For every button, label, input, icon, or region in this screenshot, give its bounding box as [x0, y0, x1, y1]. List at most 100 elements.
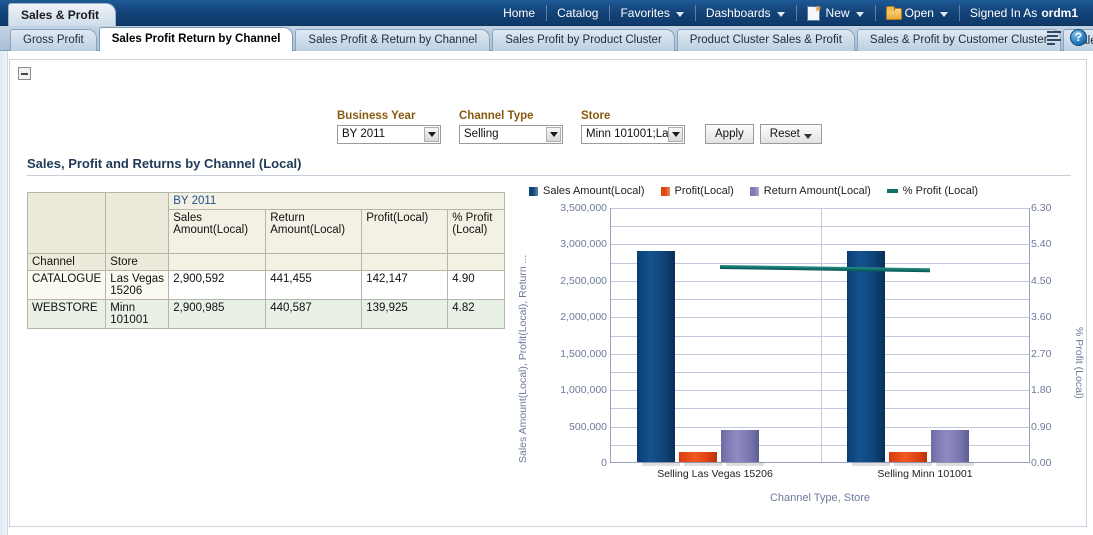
legend-item[interactable]: % Profit (Local)	[886, 185, 978, 197]
top-header-bar: Sales & Profit Home Catalog Favorites Dashb…	[0, 0, 1093, 26]
category-divider	[821, 208, 822, 462]
y-tick-left: 3,500,000	[560, 202, 607, 214]
prompt-label-channel-type: Channel Type	[459, 110, 534, 122]
bar-sales-amount-local[interactable]	[637, 250, 675, 462]
reset-button[interactable]: Reset	[759, 124, 822, 144]
chevron-down-icon[interactable]	[668, 127, 683, 142]
gridline	[611, 208, 1029, 209]
y-tick-left: 0	[601, 457, 607, 469]
help-icon[interactable]: ?	[1070, 29, 1087, 46]
collapse-section-icon[interactable]	[18, 67, 31, 80]
dashboard-tabs: Gross Profit Sales Profit Return by Chann…	[10, 26, 1093, 51]
y-tick-left: 3,000,000	[560, 238, 607, 251]
page-tab[interactable]: Sales & Profit	[8, 3, 117, 26]
dashboard-tab-strip: Gross Profit Sales Profit Return by Chann…	[0, 26, 1093, 51]
legend-item[interactable]: Sales Amount(Local)	[529, 185, 645, 197]
chevron-down-icon[interactable]	[546, 127, 561, 142]
pivot-measure-header: Profit(Local)	[361, 209, 449, 254]
chart-legend: Sales Amount(Local) Profit(Local) Return A…	[529, 185, 994, 197]
legend-label: % Profit (Local)	[902, 185, 978, 197]
legend-label: Return Amount(Local)	[763, 185, 871, 197]
table-row: WEBSTORE Minn 101001 2,900,985 440,587 1…	[26, 299, 506, 329]
pivot-measure-header: Sales Amount(Local)	[168, 209, 267, 254]
global-nav-item-label: Open	[904, 6, 934, 20]
y-axis-ticks-right: 0.00 0.90 1.80 2.70 3.60 4.50 5.40 6.30	[1031, 202, 1071, 469]
bar-profit-local[interactable]	[889, 451, 927, 462]
pivot-axis-header-store: Store	[105, 253, 170, 271]
pivot-measure-header: Return Amount(Local)	[265, 209, 363, 254]
bar-return-amount-local[interactable]	[721, 429, 759, 462]
prompt-label-business-year: Business Year	[337, 110, 416, 122]
tab-sales-profit-by-customer-cluster[interactable]: Sales & Profit by Customer Cluster	[856, 29, 1061, 51]
global-nav-item-home[interactable]: Home	[492, 0, 546, 26]
legend-swatch	[749, 186, 759, 196]
chevron-down-icon	[675, 11, 684, 17]
tab-sales-profit-return-by-channel[interactable]: Sales Profit & Return by Channel	[295, 29, 491, 51]
tab-label: Product Cluster Sales & Profit	[689, 34, 842, 46]
prompt-buttons: Apply Reset	[705, 124, 822, 144]
reset-button-label: Reset	[769, 128, 800, 140]
y-tick-right: 5.40	[1031, 238, 1052, 251]
legend-label: Sales Amount(Local)	[543, 185, 645, 197]
channel-type-select[interactable]: Selling	[459, 125, 563, 144]
page-options-icon[interactable]	[1047, 30, 1063, 45]
left-rail	[0, 51, 8, 535]
bar-shadow	[684, 462, 722, 466]
bar-return-amount-local[interactable]	[931, 429, 969, 462]
global-nav-item-label: New	[825, 6, 850, 20]
dashboard-panel: Business Year BY 2011 Channel Type Selli…	[9, 59, 1087, 527]
signed-in-as[interactable]: Signed In As ordm1	[958, 0, 1089, 26]
chevron-down-icon[interactable]	[424, 127, 439, 142]
row-store: Minn 101001	[105, 299, 170, 329]
chevron-down-icon	[855, 11, 864, 17]
global-nav-item-open[interactable]: Open	[874, 0, 959, 26]
global-nav: Home Catalog Favorites Dashboards New Open Sig…	[492, 0, 1089, 26]
cell-return-amount: 441,455	[265, 270, 363, 300]
line-pct-profit[interactable]	[719, 264, 931, 272]
y-tick-right: 2.70	[1031, 347, 1052, 360]
pivot-axis-row: Channel Store	[26, 253, 506, 271]
y-tick-right: 0.90	[1031, 420, 1052, 433]
bar-sales-amount-local[interactable]	[847, 250, 885, 462]
business-year-select[interactable]: BY 2011	[337, 125, 441, 144]
bar-profit-local[interactable]	[679, 451, 717, 462]
tab-label: Sales Profit & Return by Channel	[308, 34, 478, 46]
cell-pct-profit: 4.90	[447, 270, 506, 300]
pivot-corner-cell	[26, 192, 107, 254]
global-nav-item-label: Favorites	[620, 6, 670, 20]
x-tick-label: Selling Las Vegas 15206	[657, 468, 773, 480]
legend-item[interactable]: Return Amount(Local)	[749, 185, 871, 197]
y-tick-right: 3.60	[1031, 311, 1052, 324]
pivot-blank-cell	[265, 253, 363, 271]
apply-button[interactable]: Apply	[705, 124, 754, 144]
legend-item[interactable]: Profit(Local)	[660, 185, 734, 197]
tab-sales-profit-by-product-cluster[interactable]: Sales Profit by Product Cluster	[492, 29, 675, 51]
global-nav-item-catalog[interactable]: Catalog	[546, 0, 609, 26]
bar-shadow	[936, 462, 974, 466]
cell-profit: 142,147	[361, 270, 449, 300]
tab-label: Sales & Profit by Customer Cluster	[869, 34, 1048, 46]
tab-sales-profit-return-by-channel[interactable]: Sales Profit Return by Channel	[98, 27, 294, 51]
bar-shadow	[894, 462, 932, 466]
content-area: Business Year BY 2011 Channel Type Selli…	[0, 51, 1093, 535]
y-tick-left: 1,000,000	[560, 384, 607, 397]
tab-gross-profit[interactable]: Gross Profit	[10, 29, 97, 51]
row-channel: WEBSTORE	[26, 299, 107, 329]
global-nav-item-dashboards[interactable]: Dashboards	[694, 0, 796, 26]
row-store: Las Vegas 15206	[105, 270, 170, 300]
gridline-minor	[611, 226, 1029, 228]
global-nav-item-new[interactable]: New	[795, 0, 875, 26]
bar-shadow	[642, 462, 680, 466]
global-nav-item-favorites[interactable]: Favorites	[609, 0, 694, 26]
bar-shadow	[852, 462, 890, 466]
store-select[interactable]: Minn 101001;Las	[581, 125, 685, 144]
pivot-period-row: BY 2011	[26, 192, 506, 254]
tab-strip-tools: ?	[1047, 29, 1087, 46]
y-tick-left: 2,500,000	[560, 274, 607, 287]
open-folder-icon	[885, 6, 902, 20]
y-tick-right: 6.30	[1031, 202, 1052, 214]
cell-profit: 139,925	[361, 299, 449, 329]
pivot-period-header: BY 2011	[168, 192, 506, 210]
y-tick-left: 1,500,000	[560, 347, 607, 360]
tab-product-cluster-sales-profit[interactable]: Product Cluster Sales & Profit	[676, 29, 855, 51]
